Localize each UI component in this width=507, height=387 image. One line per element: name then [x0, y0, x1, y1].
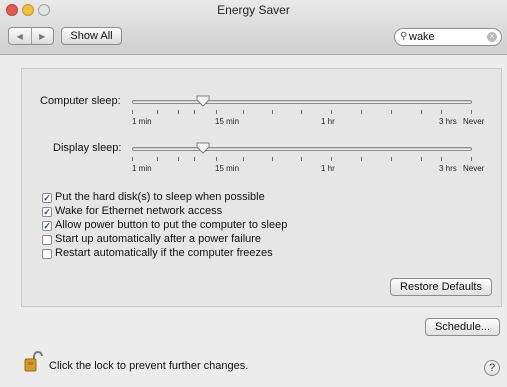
slider-tick [216, 157, 217, 161]
slider-tick [157, 110, 158, 114]
slider-tick-label: 3 hrs [439, 164, 457, 173]
help-icon[interactable]: ? [484, 360, 500, 376]
back-button[interactable]: ◀ [9, 28, 31, 44]
slider-tick [194, 110, 195, 114]
slider-tick [441, 110, 442, 114]
slider-tick [361, 110, 362, 114]
slider-tick [421, 157, 422, 161]
option-label: Start up automatically after a power fai… [55, 233, 262, 245]
slider-tick-label: Never [463, 164, 485, 173]
forward-arrow-icon: ▶ [39, 31, 46, 41]
slider-tick-label: 1 min [132, 117, 152, 126]
show-all-button[interactable]: Show All [61, 27, 122, 45]
slider-tick [243, 157, 244, 161]
option-checkbox[interactable] [42, 249, 52, 259]
option-label: Allow power button to put the computer t… [55, 219, 288, 231]
slider-tick-label: 15 min [215, 117, 240, 126]
slider-track[interactable] [132, 147, 472, 151]
slider-tick-label: 1 min [132, 164, 152, 173]
slider-track[interactable] [132, 100, 472, 104]
slider-tick [216, 110, 217, 114]
slider-tick [331, 157, 332, 161]
lock-icon[interactable] [22, 350, 46, 374]
slider-tick [272, 157, 273, 161]
lock-message: Click the lock to prevent further change… [49, 360, 249, 372]
search-field[interactable]: ⚲ × [394, 28, 502, 46]
slider-tick [132, 157, 133, 161]
slider-tick [331, 110, 332, 114]
forward-button[interactable]: ▶ [30, 28, 54, 44]
slider-tick [132, 110, 133, 114]
slider-tick-label: 1 hr [321, 117, 335, 126]
slider-tick [441, 157, 442, 161]
window: Energy Saver ◀ ▶ Show All ⚲ × Computer s… [0, 0, 507, 387]
option-label: Put the hard disk(s) to sleep when possi… [55, 191, 265, 203]
slider-tick [243, 110, 244, 114]
slider-tick [471, 157, 472, 161]
restore-defaults-button[interactable]: Restore Defaults [390, 278, 492, 296]
slider-tick [391, 110, 392, 114]
clear-icon[interactable]: × [487, 32, 497, 42]
slider-tick-label: 3 hrs [439, 117, 457, 126]
slider-tick [178, 157, 179, 161]
slider-tick [178, 110, 179, 114]
slider-tick [391, 157, 392, 161]
slider-tick [361, 157, 362, 161]
back-arrow-icon: ◀ [16, 31, 23, 41]
magnifier-icon: ⚲ [400, 31, 408, 42]
slider-tick [272, 110, 273, 114]
window-title: Energy Saver [217, 3, 290, 17]
slider-tick-label: 1 hr [321, 164, 335, 173]
option-checkbox[interactable]: ✓ [42, 207, 52, 217]
title-bar: Energy Saver ◀ ▶ Show All ⚲ × [0, 0, 507, 55]
option-checkbox[interactable]: ✓ [42, 193, 52, 203]
search-input[interactable] [409, 31, 475, 43]
slider-thumb[interactable] [196, 95, 210, 107]
slider-tick [301, 157, 302, 161]
schedule-button[interactable]: Schedule... [425, 318, 500, 336]
slider-tick [157, 157, 158, 161]
slider-thumb[interactable] [196, 142, 210, 154]
option-checkbox[interactable] [42, 235, 52, 245]
slider-label: Computer sleep: [40, 95, 121, 107]
navigation-arrows: ◀ ▶ [8, 27, 54, 45]
option-checkbox[interactable]: ✓ [42, 221, 52, 231]
slider-tick [471, 110, 472, 114]
slider-tick [421, 110, 422, 114]
option-label: Wake for Ethernet network access [55, 205, 223, 217]
slider-tick-label: 15 min [215, 164, 240, 173]
option-label: Restart automatically if the computer fr… [55, 247, 273, 259]
slider-tick-label: Never [463, 117, 485, 126]
slider-label: Display sleep: [53, 142, 122, 154]
slider-tick [194, 157, 195, 161]
slider-tick [301, 110, 302, 114]
